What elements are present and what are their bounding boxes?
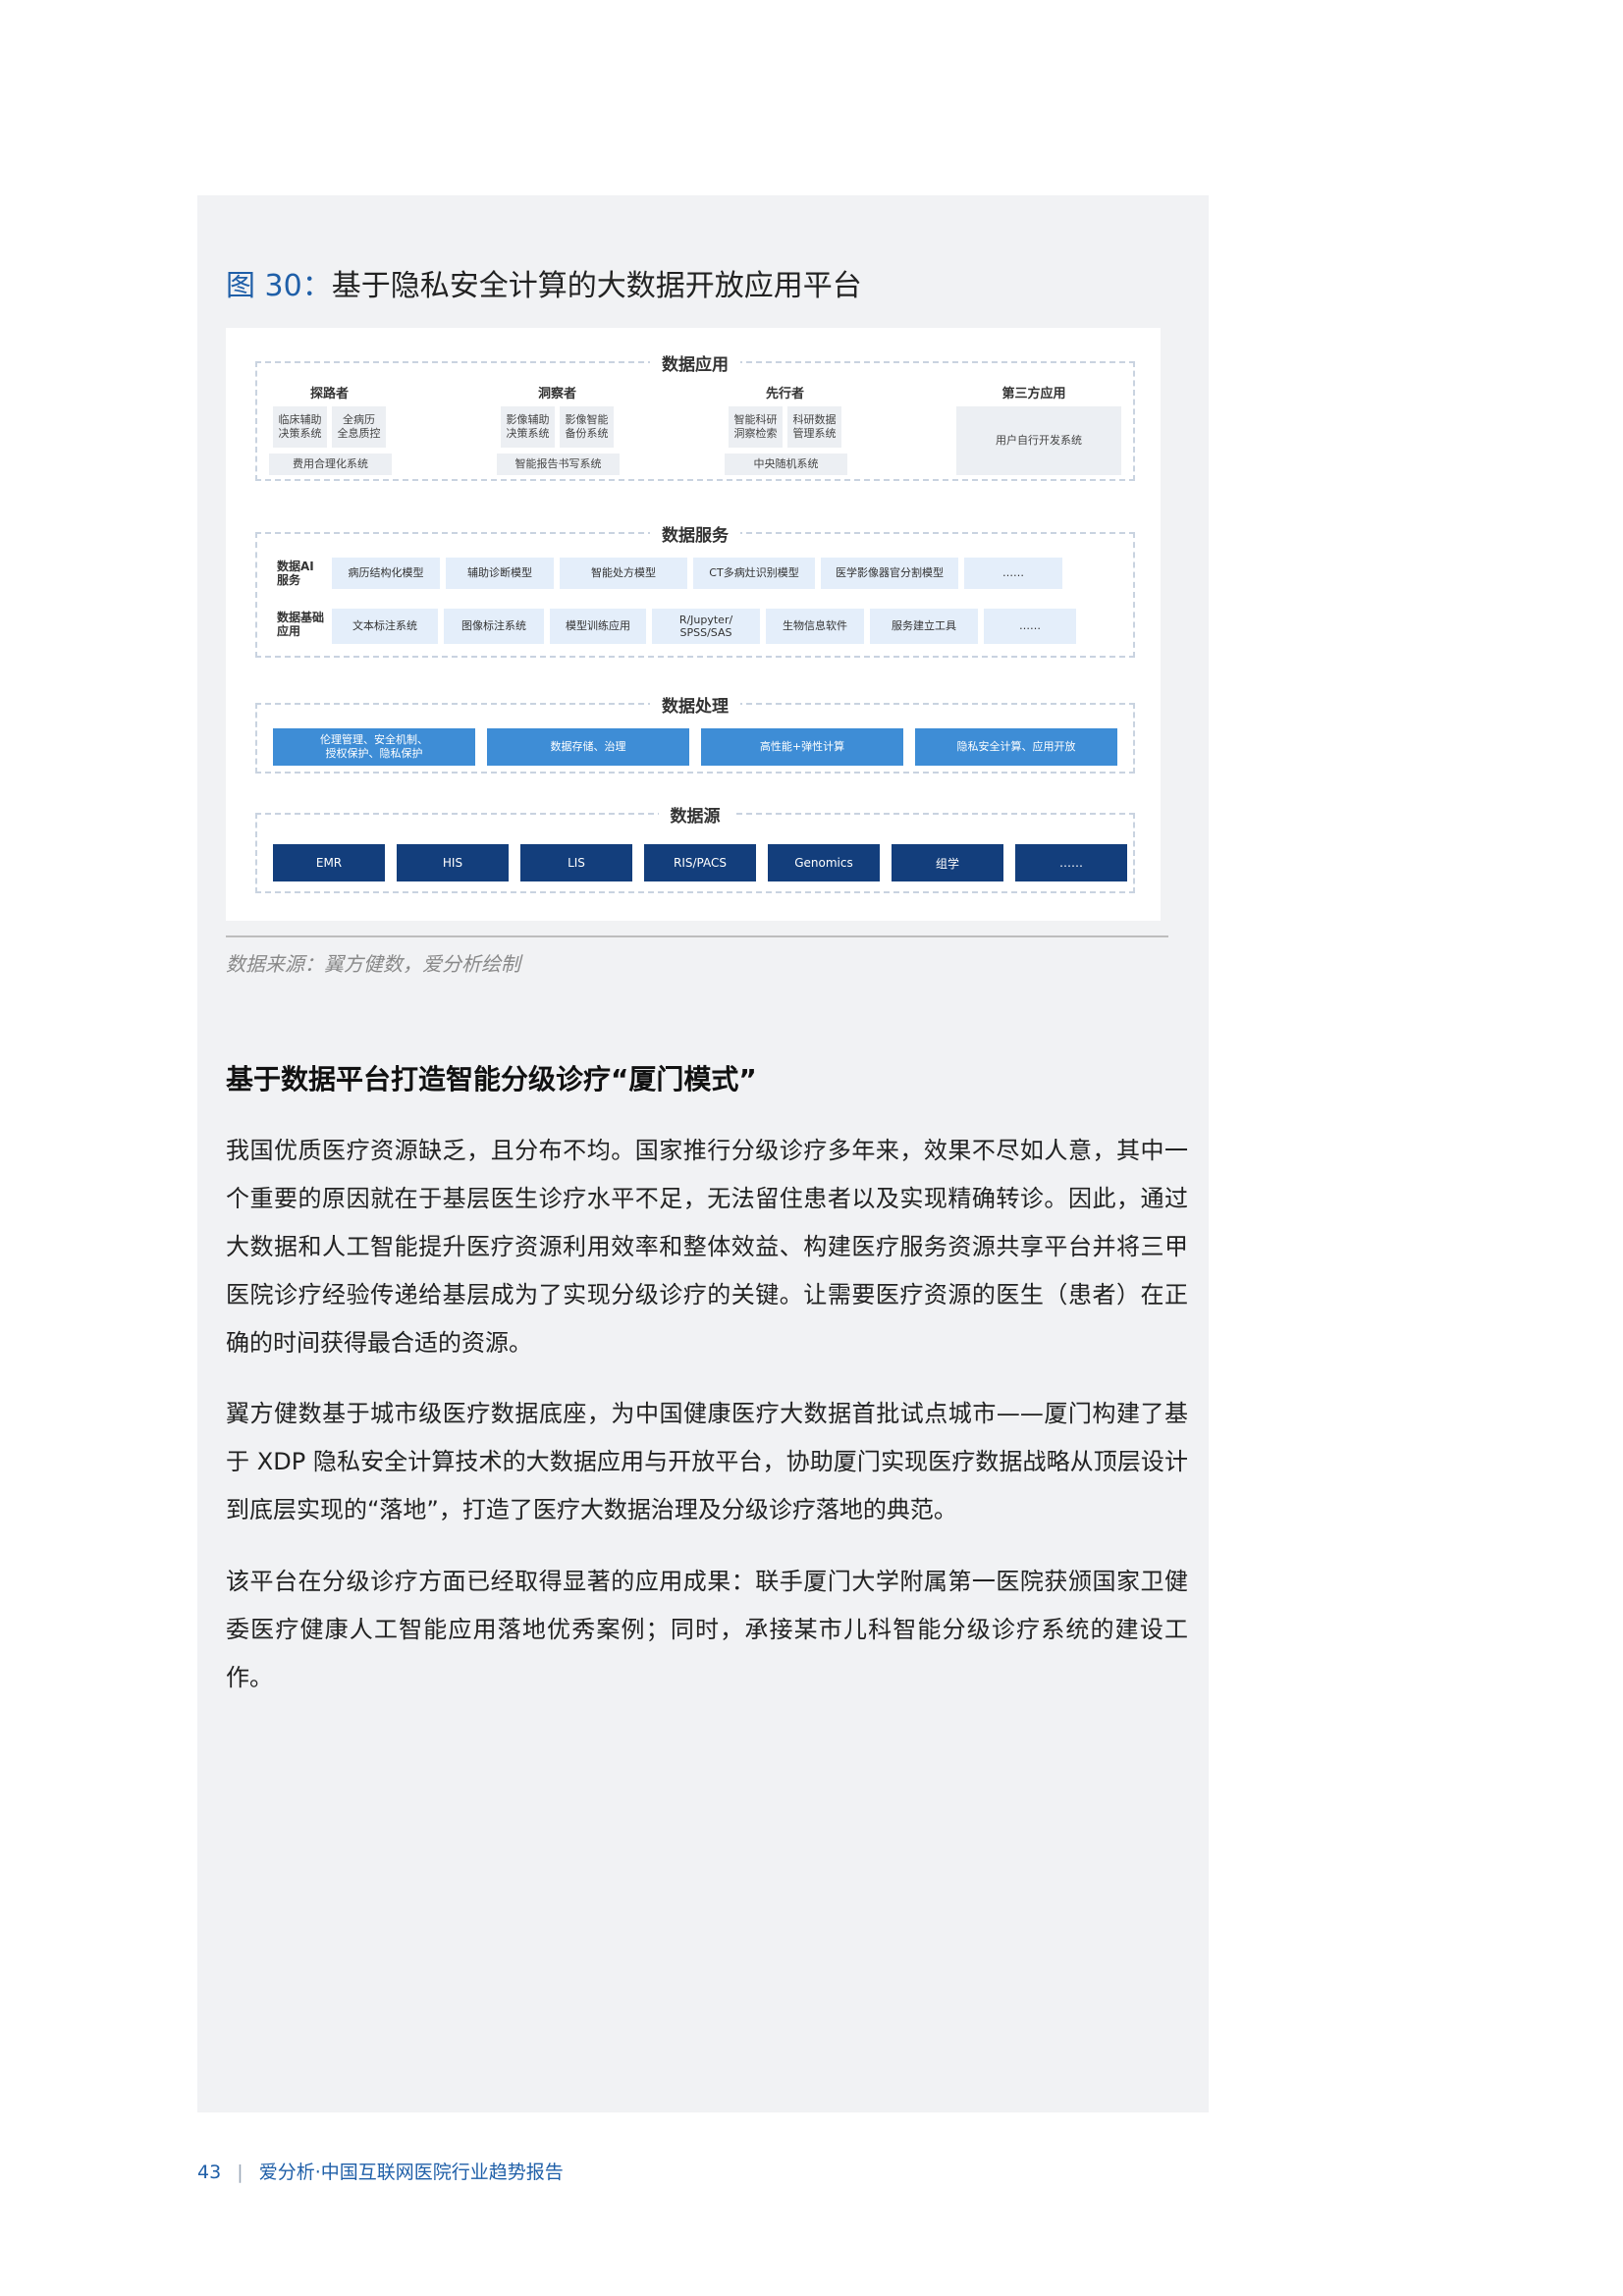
service-box: 辅助诊断模型 [446, 558, 554, 589]
figure-title: 图 30：基于隐私安全计算的大数据开放应用平台 [226, 261, 862, 304]
group-title: 先行者 [765, 387, 804, 401]
layer-data-processing: 数据处理 伦理管理、安全机制、 授权保护、隐私保护 数据存储、治理 高性能+弹性… [255, 697, 1135, 774]
service-box: 医学影像器官分割模型 [821, 558, 958, 589]
layer-title: 数据应用 [257, 350, 1133, 375]
service-box: R/Jupyter/ SPSS/SAS [652, 609, 760, 644]
source-box: LIS [520, 844, 632, 881]
page-footer: 43 | 爱分析·中国互联网医院行业趋势报告 [197, 2158, 564, 2184]
service-box: 病历结构化模型 [332, 558, 440, 589]
app-box: 费用合理化系统 [269, 454, 392, 475]
source-box: HIS [397, 844, 509, 881]
service-box: 文本标注系统 [332, 609, 438, 644]
layer-data-source: 数据源 EMR HIS LIS RIS/PACS Genomics 组学 …… [255, 807, 1135, 893]
service-box: …… [964, 558, 1062, 589]
layer-data-application: 数据应用 探路者 临床辅助 决策系统 全病历 全息质控 费用合理化系统 洞察者 … [255, 355, 1135, 481]
app-box: 中央随机系统 [725, 454, 847, 475]
service-box: 图像标注系统 [444, 609, 544, 644]
figure-divider [226, 935, 1168, 937]
service-box: 模型训练应用 [550, 609, 646, 644]
group-title: 洞察者 [537, 387, 576, 401]
service-box: 生物信息软件 [766, 609, 864, 644]
source-box: 组学 [892, 844, 1003, 881]
app-box: 智能科研 洞察检索 [729, 406, 783, 448]
app-box: 全病历 全息质控 [332, 406, 386, 448]
layer-title: 数据源 [257, 802, 1133, 827]
service-box: 智能处方模型 [560, 558, 687, 589]
processing-box: 伦理管理、安全机制、 授权保护、隐私保护 [273, 728, 475, 766]
source-box: EMR [273, 844, 385, 881]
row-label: 数据基础 应用 [277, 611, 325, 639]
figure-title-text: 基于隐私安全计算的大数据开放应用平台 [331, 269, 862, 303]
processing-box: 隐私安全计算、应用开放 [915, 728, 1117, 766]
paragraph: 我国优质医疗资源缺乏，且分布不均。国家推行分级诊疗多年来，效果不尽如人意，其中一… [226, 1137, 1188, 1357]
layer-title: 数据服务 [257, 521, 1133, 546]
report-title: 爱分析·中国互联网医院行业趋势报告 [258, 2162, 564, 2183]
layer-title: 数据处理 [257, 692, 1133, 717]
paragraph: 翼方健数基于城市级医疗数据底座，为中国健康医疗大数据首批试点城市——厦门构建了基… [226, 1400, 1188, 1523]
service-box: 服务建立工具 [870, 609, 978, 644]
app-box: 影像智能 备份系统 [560, 406, 614, 448]
source-box: RIS/PACS [644, 844, 756, 881]
app-box: 智能报告书写系统 [497, 454, 620, 475]
app-box: 用户自行开发系统 [956, 406, 1121, 475]
group-title: 探路者 [309, 387, 349, 401]
service-box: …… [984, 609, 1076, 644]
footer-separator: | [237, 2162, 243, 2183]
app-box: 临床辅助 决策系统 [273, 406, 327, 448]
service-box: CT多病灶识别模型 [693, 558, 815, 589]
source-box: Genomics [768, 844, 880, 881]
paragraph: 该平台在分级诊疗方面已经取得显著的应用成果：联手厦门大学附属第一医院获颁国家卫健… [226, 1568, 1188, 1691]
app-box: 科研数据 管理系统 [787, 406, 841, 448]
group-title: 第三方应用 [1001, 387, 1066, 401]
page-number: 43 [197, 2162, 222, 2183]
figure-number: 图 30： [226, 269, 332, 303]
architecture-diagram: 数据应用 探路者 临床辅助 决策系统 全病历 全息质控 费用合理化系统 洞察者 … [226, 328, 1161, 921]
figure-source: 数据来源：翼方健数，爱分析绘制 [226, 952, 520, 976]
section-heading: 基于数据平台打造智能分级诊疗“厦门模式” [226, 1063, 757, 1095]
processing-box: 高性能+弹性计算 [701, 728, 903, 766]
layer-data-service: 数据服务 数据AI 服务 病历结构化模型 辅助诊断模型 智能处方模型 CT多病灶… [255, 526, 1135, 658]
row-label: 数据AI 服务 [277, 560, 314, 588]
source-box: …… [1015, 844, 1127, 881]
app-box: 影像辅助 决策系统 [501, 406, 555, 448]
processing-box: 数据存储、治理 [487, 728, 689, 766]
